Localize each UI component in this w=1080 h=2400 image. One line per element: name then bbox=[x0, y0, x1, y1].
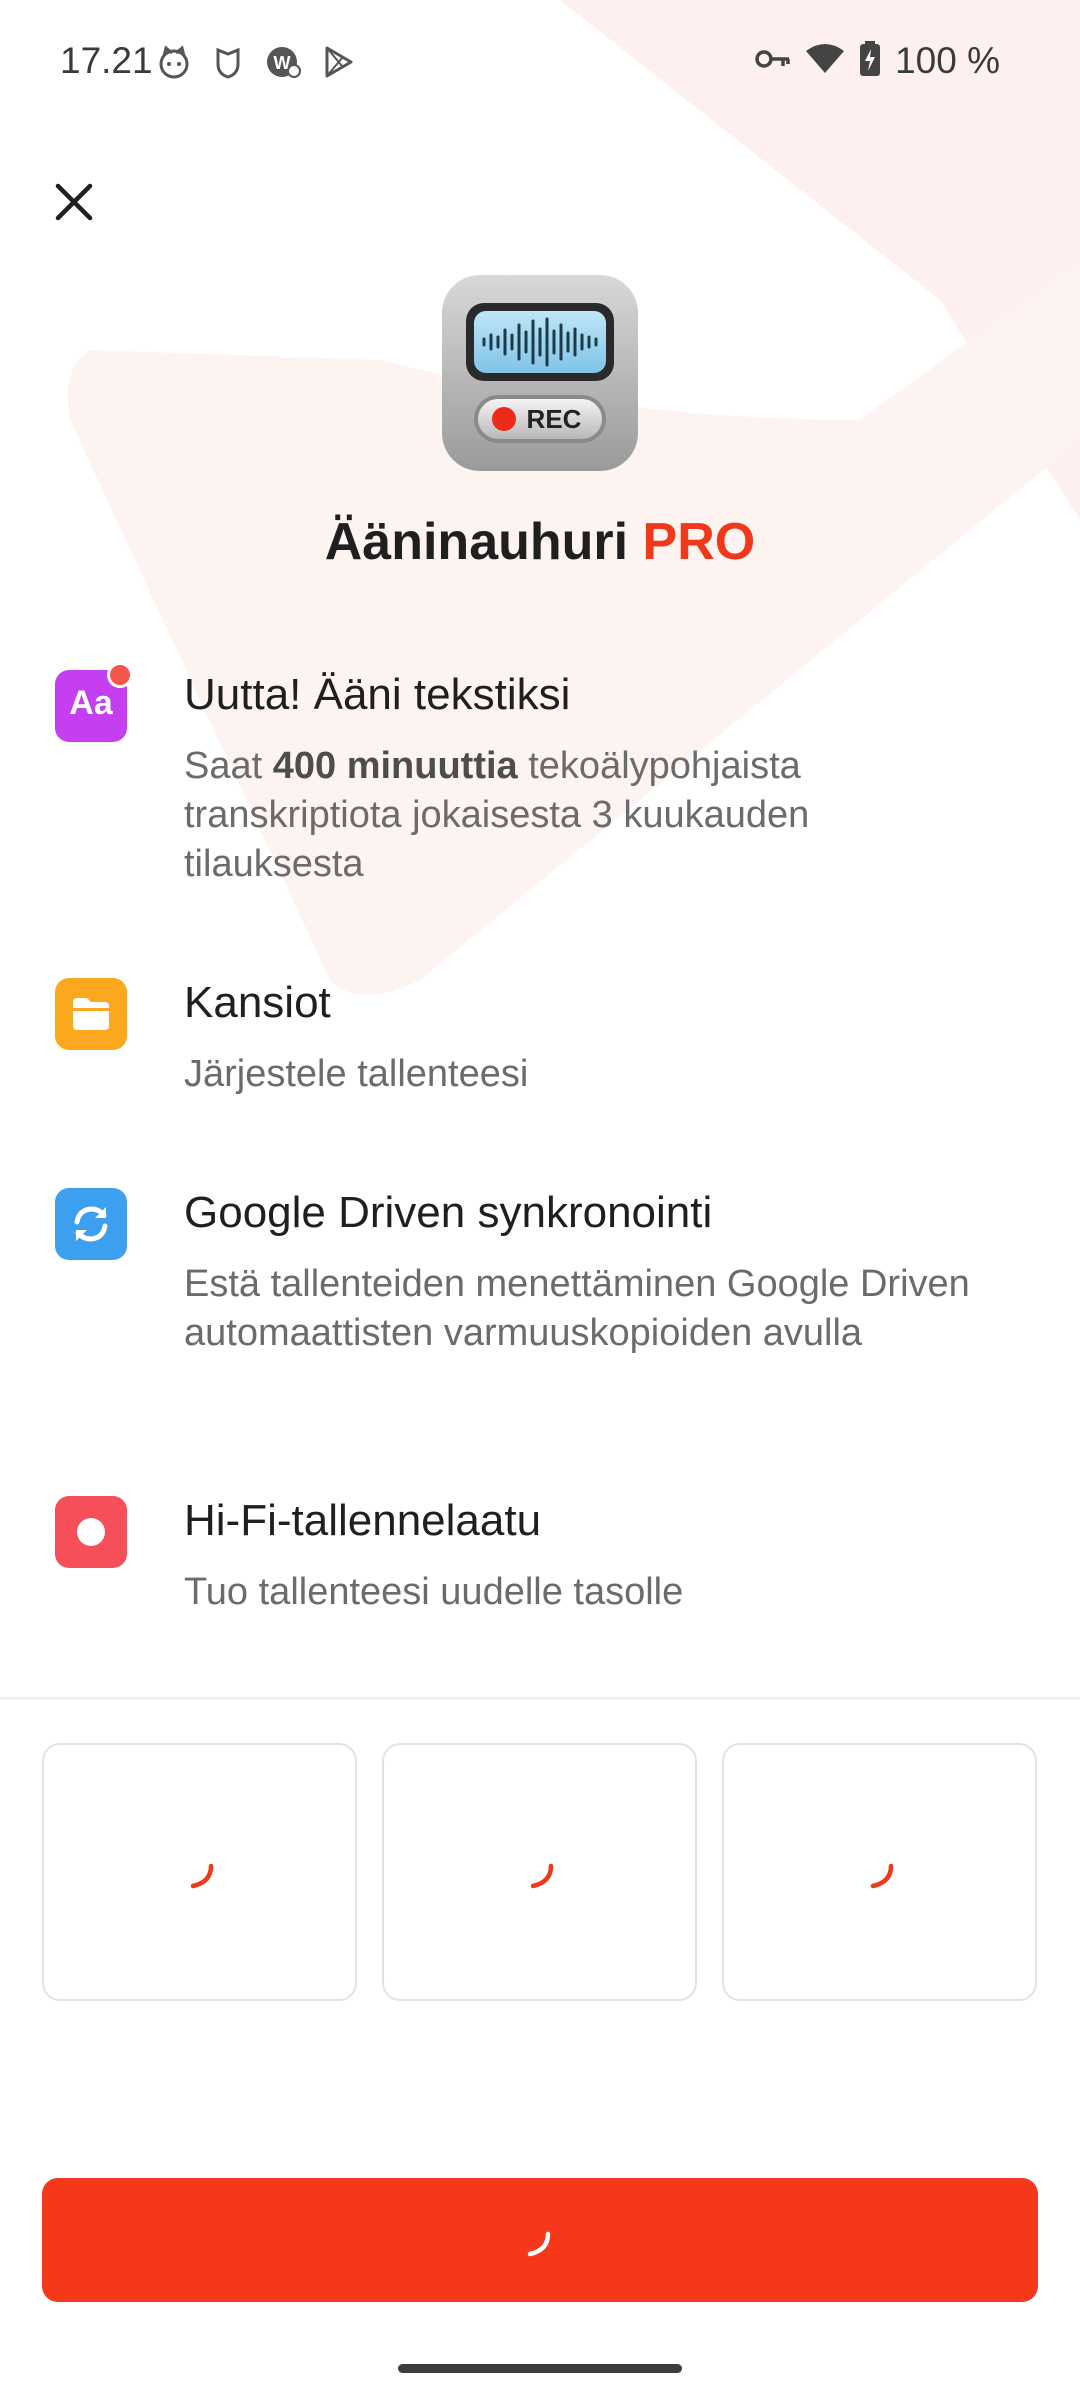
system-icons: 100 % bbox=[755, 40, 1000, 82]
play-store-icon bbox=[320, 44, 356, 85]
feature-description: Järjestele tallenteesi bbox=[184, 1053, 529, 1095]
home-indicator[interactable] bbox=[398, 2364, 682, 2373]
loading-spinner-icon bbox=[190, 1863, 214, 1889]
wifi-icon bbox=[805, 43, 845, 80]
plan-option-1[interactable] bbox=[42, 1743, 357, 2001]
whatsapp-icon: W bbox=[264, 44, 302, 85]
plan-option-2[interactable] bbox=[382, 1743, 697, 2001]
voice-recorder-app-icon: REC bbox=[442, 275, 638, 471]
rec-label: REC bbox=[527, 404, 582, 434]
divider bbox=[0, 1697, 1080, 1700]
notification-icons: W bbox=[156, 44, 356, 85]
folder-icon bbox=[55, 978, 127, 1050]
cat-face-icon bbox=[156, 44, 192, 85]
feature-title: Kansiot bbox=[184, 978, 331, 1027]
feature-title: Google Driven synkronointi bbox=[184, 1188, 713, 1237]
feature-title: Hi-Fi-tallennelaatu bbox=[184, 1496, 542, 1545]
loading-spinner-icon bbox=[527, 2231, 551, 2257]
key-icon bbox=[755, 47, 791, 76]
close-button[interactable] bbox=[48, 176, 100, 228]
close-icon bbox=[55, 183, 93, 221]
feature-description: Saat 400 minuuttia tekoälypohjaista tran… bbox=[184, 745, 810, 885]
battery-charging-icon bbox=[859, 40, 881, 82]
feature-description: Estä tallenteiden menettäminen Google Dr… bbox=[184, 1263, 970, 1354]
status-time: 17.21 bbox=[60, 40, 153, 81]
new-badge-dot bbox=[107, 662, 133, 688]
loading-spinner-icon bbox=[870, 1863, 894, 1889]
text-aa-icon: Aa bbox=[55, 662, 133, 742]
page-title: Ääninauhuri PRO bbox=[0, 512, 1080, 572]
subscribe-button[interactable] bbox=[42, 2178, 1038, 2302]
loading-spinner-icon bbox=[530, 1863, 554, 1889]
feature-title: Uutta! Ääni tekstiksi bbox=[184, 670, 571, 719]
plan-option-3[interactable] bbox=[722, 1743, 1037, 2001]
battery-percentage: 100 % bbox=[895, 40, 1000, 81]
title-pro-accent: PRO bbox=[642, 513, 756, 571]
sync-icon bbox=[55, 1188, 127, 1260]
record-icon bbox=[55, 1496, 127, 1568]
text-aa-icon-label: Aa bbox=[69, 684, 113, 722]
status-bar: 17.21 W 100 % bbox=[0, 0, 1080, 130]
shield-cat-icon bbox=[210, 44, 246, 85]
feature-description: Tuo tallenteesi uudelle tasolle bbox=[184, 1571, 684, 1613]
minutes-highlight: 400 minuuttia bbox=[272, 745, 518, 787]
title-main: Ääninauhuri bbox=[324, 513, 629, 571]
